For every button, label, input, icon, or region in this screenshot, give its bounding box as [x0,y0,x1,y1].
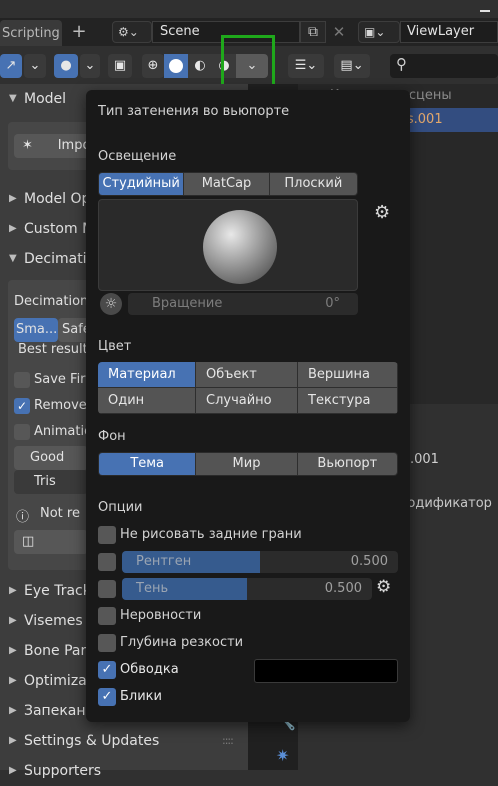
expand-icon: ▶ [9,645,17,656]
shadow-label: Тень [136,581,169,596]
shadow-value: 0.500 [324,581,362,596]
backface-culling-checkbox[interactable] [98,526,116,544]
outline-checkbox[interactable]: ✓ [98,661,116,679]
wireframe-shading-icon[interactable]: ⊕ [142,54,164,78]
xray-toggle-icon[interactable]: ▣ [108,54,132,78]
good-button[interactable]: Good [14,446,88,470]
specular-checkbox[interactable]: ✓ [98,688,116,706]
particles-icon[interactable]: ✷ [276,746,296,766]
background-world-button[interactable]: Мир [196,453,298,475]
cavity-checkbox[interactable] [98,607,116,625]
search-icon: ⚲ [396,55,407,73]
xray-slider[interactable]: Рентген 0.500 [122,551,398,573]
rotation-field[interactable]: Вращение 0° [128,293,358,315]
drag-handle-icon[interactable]: :::: [222,734,234,747]
background-segmented-control: Тема Мир Вьюпорт [98,452,398,476]
solid-shading-icon[interactable] [164,54,188,78]
background-label: Фон [98,429,126,444]
xray-label: Рентген [136,554,192,569]
settings-header[interactable]: ▶ Settings & Updates:::: [0,726,248,756]
overlays-dropdown-icon[interactable]: ⌄ [80,54,100,78]
expand-icon: ▶ [9,705,17,716]
outline-label: Обводка [120,662,179,677]
lighting-label: Освещение [98,149,177,164]
color-options-grid: Материал Объект Вершина Один Случайно Те… [98,362,398,414]
shadow-settings-gear-icon[interactable]: ⚙ [376,577,391,597]
not-required-text: Not re [40,506,80,521]
top-strip [0,0,498,18]
expand-icon: ▶ [9,615,17,626]
cavity-label: Неровности [120,608,202,623]
shadow-checkbox[interactable] [98,580,116,598]
world-space-lighting-icon[interactable]: ☼ [100,293,122,315]
view-layer-field[interactable]: ViewLayer [400,21,498,43]
delete-scene-icon[interactable]: ✕ [328,21,350,43]
editor-type-icon[interactable]: ☰⌄ [288,54,324,78]
tab-scripting[interactable]: Scripting [0,20,62,46]
shadow-slider[interactable]: Тень 0.500 [122,578,372,600]
gear-icon[interactable]: ⚙ [374,202,390,223]
backface-culling-label: Не рисовать задние грани [120,527,302,542]
decimate-icon: ◫ [22,534,35,549]
xray-value: 0.500 [350,554,388,569]
expand-icon: ▶ [9,223,17,234]
best-result-text: Best result [18,342,88,357]
color-label: Цвет [98,339,132,354]
tris-field[interactable]: Tris [14,470,88,494]
material-preview-icon[interactable]: ◐ [188,54,212,78]
specular-label: Блики [120,689,162,704]
viewport-shading-popover: Тип затенения во вьюпорте Освещение Студ… [86,90,410,722]
lighting-matcap-button[interactable]: MatCap [184,173,270,195]
gizmo-dropdown-icon[interactable]: ⌄ [24,54,46,78]
overlays-icon[interactable]: ● [54,54,78,78]
new-scene-icon[interactable]: ⧉ [300,21,326,43]
remove-label: Remove [34,398,87,413]
color-texture-button[interactable]: Текстура [298,388,398,414]
color-vertex-button[interactable]: Вершина [298,362,398,388]
depth-of-field-checkbox[interactable] [98,634,116,652]
decimation-label: Decimation [14,294,89,309]
color-material-button[interactable]: Материал [98,362,196,388]
background-viewport-button[interactable]: Вьюпорт [297,453,397,475]
rotation-label: Вращение [152,296,223,311]
window-minimize-icon[interactable] [480,10,490,12]
popover-title: Тип затенения во вьюпорте [98,104,290,119]
info-icon: ⓘ [16,510,30,525]
animation-checkbox[interactable] [14,424,30,440]
expand-icon: ▶ [9,193,17,204]
collapse-icon: ▼ [9,93,17,104]
collapse-icon: ▼ [9,253,17,264]
lighting-segmented-control: Студийный MatCap Плоский [98,172,358,196]
outline-color-swatch[interactable] [254,659,398,683]
outliner-search-input[interactable]: ⚲ [390,54,498,78]
scene-selector-icon[interactable]: ⚙⌄ [112,21,152,43]
xray-checkbox[interactable] [98,553,116,571]
options-label: Опции [98,500,143,515]
quick-decimate-button[interactable]: ◫ [14,530,88,554]
add-workspace-button[interactable]: + [68,22,90,42]
armature-icon: ✶ [22,138,33,153]
display-mode-icon[interactable]: ▤⌄ [334,54,370,78]
expand-icon: ▶ [9,765,17,776]
gizmo-icon[interactable]: ↗ [0,54,22,78]
color-object-button[interactable]: Объект [196,362,298,388]
rotation-value: 0° [325,296,340,311]
color-single-button[interactable]: Один [98,388,196,414]
remove-checkbox[interactable]: ✓ [14,398,30,414]
save-first-checkbox[interactable] [14,372,30,388]
expand-icon: ▶ [9,735,17,746]
color-random-button[interactable]: Случайно [196,388,298,414]
studio-light-preview[interactable] [98,199,358,291]
expand-icon: ▶ [9,585,17,596]
supporters-header[interactable]: ▶ Supporters [0,756,248,786]
lighting-studio-button[interactable]: Студийный [99,173,185,195]
background-theme-button[interactable]: Тема [99,453,197,475]
expand-icon: ▶ [9,675,17,686]
view-layer-selector-icon[interactable]: ▣⌄ [358,21,400,43]
preview-sphere [203,210,277,284]
lighting-flat-button[interactable]: Плоский [269,173,357,195]
depth-of-field-label: Глубина резкости [120,635,244,650]
modifier-object-name: .001 [410,452,439,467]
smart-button[interactable]: Sma... [14,318,58,342]
